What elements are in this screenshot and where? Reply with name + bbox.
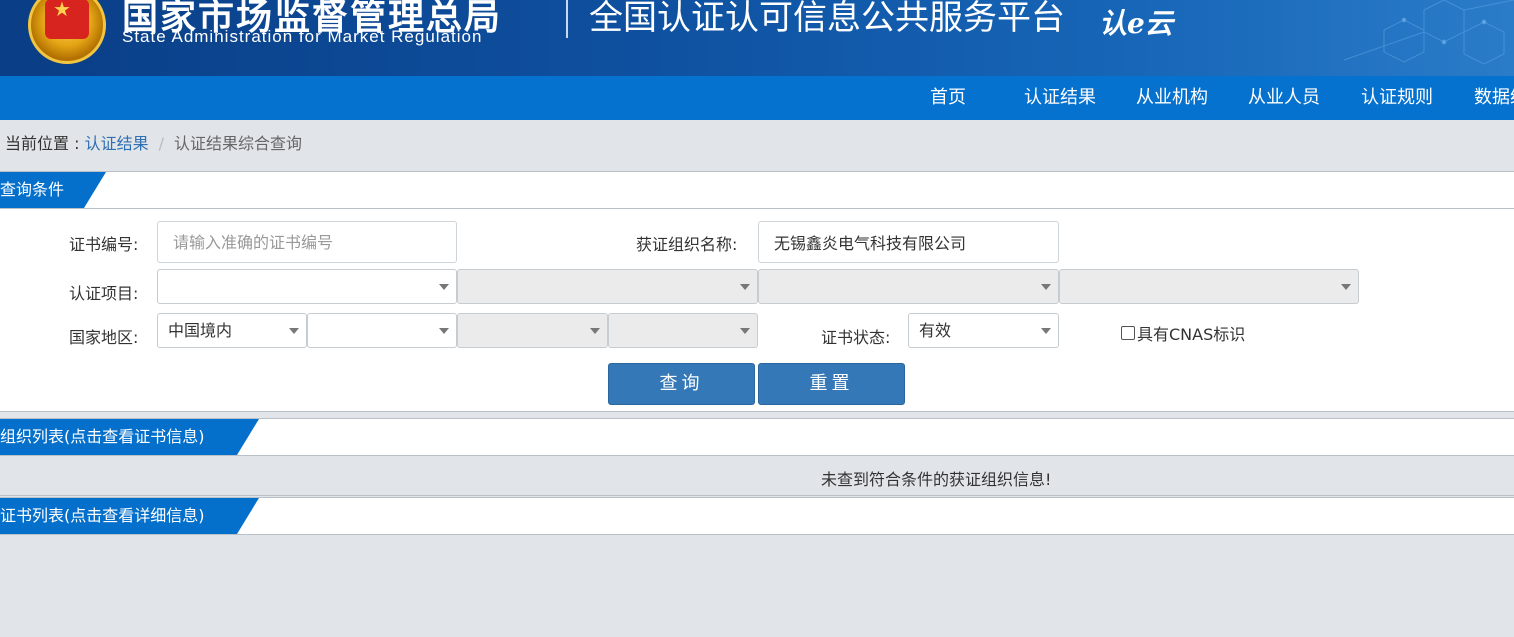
org-name-input[interactable] (758, 221, 1059, 263)
breadcrumb-separator: / (158, 134, 164, 153)
nav-item-institutions[interactable]: 从业机构 (1136, 76, 1208, 120)
project-select-4 (1059, 269, 1359, 304)
nav-item-practitioners[interactable]: 从业人员 (1248, 76, 1320, 120)
cert-list-title: 证书列表(点击查看详细信息) (0, 498, 259, 534)
breadcrumb: 当前位置 : 认证结果 / 认证结果综合查询 (5, 130, 302, 154)
site-header: ★ 国家市场监督管理总局 State Administration for Ma… (0, 0, 1514, 76)
header-divider (566, 0, 568, 38)
query-panel-header: 查询条件 (0, 171, 1514, 209)
breadcrumb-link-cert-results[interactable]: 认证结果 (85, 134, 149, 153)
breadcrumb-prefix: 当前位置 : (5, 134, 85, 153)
chevron-down-icon (590, 328, 600, 334)
renyun-logo[interactable]: 认e云 (1099, 2, 1173, 42)
region-select-city (457, 313, 608, 348)
status-select[interactable]: 有效 (908, 313, 1059, 348)
chevron-down-icon (740, 284, 750, 290)
chevron-down-icon (439, 328, 449, 334)
chevron-down-icon (1041, 328, 1051, 334)
breadcrumb-current: 认证结果综合查询 (173, 134, 302, 153)
region-label: 国家地区: (69, 328, 139, 347)
query-panel-title: 查询条件 (0, 172, 106, 208)
chevron-down-icon (1041, 284, 1051, 290)
project-select-1[interactable] (157, 269, 457, 304)
nav-item-cert-rules[interactable]: 认证规则 (1361, 76, 1433, 120)
nav-item-statistics[interactable]: 数据统 (1474, 76, 1514, 120)
chevron-down-icon (740, 328, 750, 334)
project-label: 认证项目: (69, 284, 139, 303)
cnas-checkbox[interactable]: 具有CNAS标识 (1121, 321, 1245, 345)
status-label: 证书状态: (821, 328, 891, 347)
platform-title: 全国认证认可信息公共服务平台 (589, 0, 1065, 38)
cert-no-label: 证书编号: (69, 235, 139, 254)
region-select-country[interactable]: 中国境内 (157, 313, 307, 348)
org-list-header: 组织列表(点击查看证书信息) (0, 418, 1514, 456)
cnas-label: 具有CNAS标识 (1137, 325, 1246, 344)
org-name-label: 获证组织名称: (636, 235, 738, 254)
project-select-3 (758, 269, 1059, 304)
nav-item-cert-results[interactable]: 认证结果 (1024, 76, 1096, 120)
region-select-province[interactable] (307, 313, 457, 348)
chevron-down-icon (439, 284, 449, 290)
project-select-2 (457, 269, 758, 304)
region-select-district (608, 313, 758, 348)
org-list-title: 组织列表(点击查看证书信息) (0, 419, 259, 455)
search-button[interactable]: 查询 (608, 363, 755, 405)
cert-list-header: 证书列表(点击查看详细信息) (0, 497, 1514, 535)
cert-no-input[interactable] (157, 221, 457, 263)
national-emblem-icon: ★ (28, 0, 106, 64)
org-list-empty-row (0, 462, 1514, 496)
chevron-down-icon (289, 328, 299, 334)
agency-name-en: State Administration for Market Regulati… (122, 27, 483, 46)
org-list-empty-message: 未查到符合条件的获证组织信息! (821, 470, 1052, 489)
checkbox-box[interactable] (1121, 326, 1135, 340)
main-nav: 首页 认证结果 从业机构 从业人员 认证规则 数据统 (0, 76, 1514, 120)
nav-item-home[interactable]: 首页 (930, 76, 966, 120)
reset-button[interactable]: 重置 (758, 363, 905, 405)
chevron-down-icon (1341, 284, 1351, 290)
